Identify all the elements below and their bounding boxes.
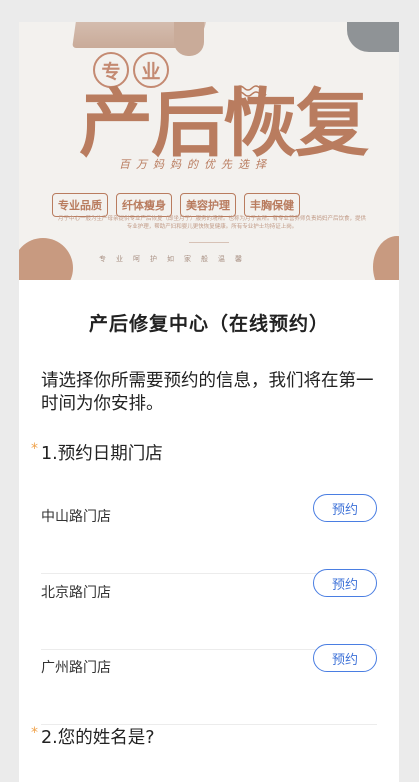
page-title: 产后修复中心（在线预约） bbox=[88, 313, 329, 335]
banner-tag: 纤体瘦身 bbox=[116, 193, 172, 217]
store-option-zhongshan: 中山路门店 预约 bbox=[41, 494, 377, 574]
required-mark: * bbox=[31, 725, 38, 741]
store-option-guangzhou: 广州路门店 预约 bbox=[41, 644, 377, 725]
banner-tags: 专业品质 纤体瘦身 美容护理 丰胸保健 bbox=[52, 193, 300, 217]
banner-hand-image-2 bbox=[174, 22, 204, 56]
banner-slogan: 百万妈妈的优先选择 bbox=[119, 158, 272, 171]
banner-corner-image bbox=[347, 22, 399, 52]
banner-tag: 专业品质 bbox=[52, 193, 108, 217]
book-button-guangzhou[interactable]: 预约 bbox=[313, 644, 377, 672]
banner-headline: 产后恢复 bbox=[79, 81, 369, 167]
banner-decor-blob-left bbox=[19, 238, 73, 280]
question-2-label: 2.您的姓名是? bbox=[41, 728, 155, 748]
store-option-beijing: 北京路门店 预约 bbox=[41, 569, 377, 650]
store-name: 广州路门店 bbox=[41, 660, 111, 676]
banner-tag: 美容护理 bbox=[180, 193, 236, 217]
book-button-beijing[interactable]: 预约 bbox=[313, 569, 377, 597]
required-mark: * bbox=[31, 441, 38, 457]
banner-divider bbox=[189, 242, 229, 243]
book-button-zhongshan[interactable]: 预约 bbox=[313, 494, 377, 522]
banner-motto: 专业呵护如家般温馨 bbox=[99, 255, 252, 263]
promo-banner: 专 业 产后恢复 百万妈妈的优先选择 专业品质 纤体瘦身 美容护理 丰胸保健 月… bbox=[19, 22, 399, 280]
question-1-label: 1.预约日期门店 bbox=[41, 444, 163, 464]
banner-decor-blob-right bbox=[373, 236, 399, 280]
store-name: 中山路门店 bbox=[41, 509, 111, 525]
banner-description: 月子中心一般为生产母亲提供专业产后恢复（即坐月子）服务的场所。也称为月子会所。有… bbox=[57, 216, 366, 230]
store-name: 北京路门店 bbox=[41, 585, 111, 601]
banner-tag: 丰胸保健 bbox=[244, 193, 300, 217]
form-card: 专 业 产后恢复 百万妈妈的优先选择 专业品质 纤体瘦身 美容护理 丰胸保健 月… bbox=[19, 22, 399, 782]
form-intro: 请选择你所需要预约的信息，我们将在第一时间为你安排。 bbox=[41, 371, 374, 414]
